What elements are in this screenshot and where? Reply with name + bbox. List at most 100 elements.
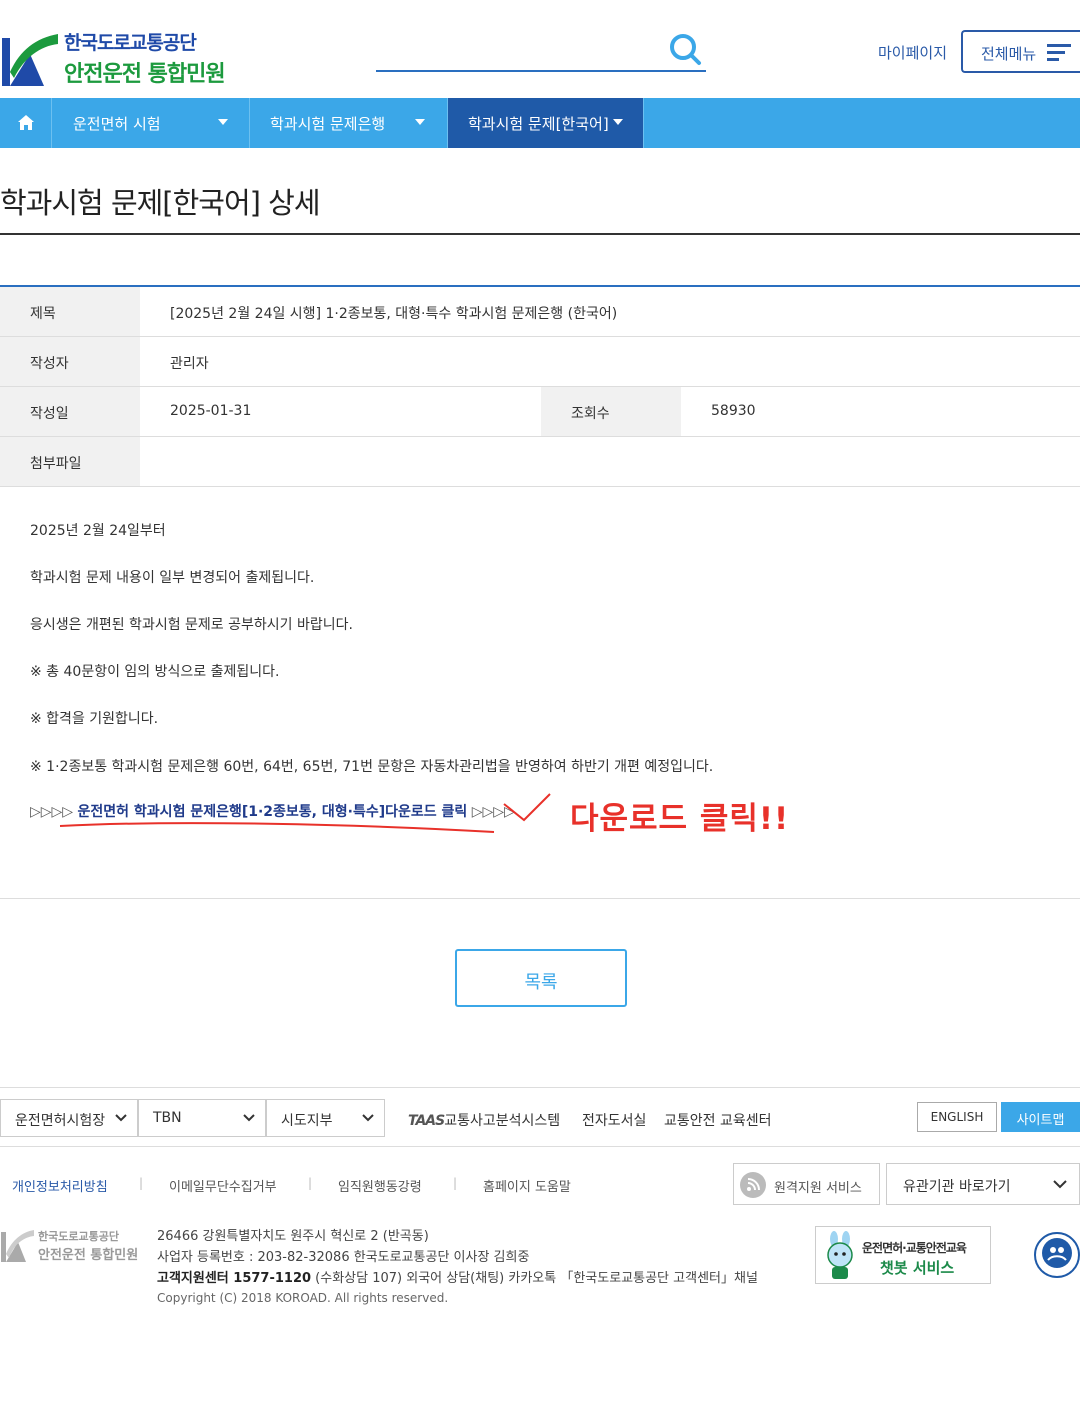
subject-text: [2025년 2월 24일 시행] 1·2종보통, 대형·특수 학과시험 문제은… bbox=[170, 306, 618, 322]
separator: | bbox=[308, 1176, 313, 1190]
link-education-center[interactable]: 교통안전 교육센터 bbox=[664, 1110, 772, 1130]
nav-item-label: 학과시험 문제은행 bbox=[270, 115, 386, 133]
table-row-attachment: 첨부파일 bbox=[0, 437, 1080, 487]
nav-item-question-bank[interactable]: 학과시험 문제은행 bbox=[250, 98, 448, 148]
page-title: 학과시험 문제[한국어] 상세 bbox=[0, 186, 321, 220]
sitemap-button[interactable]: 사이트맵 bbox=[1001, 1102, 1080, 1132]
privacy-policy-link[interactable]: 개인정보처리방침 bbox=[12, 1176, 108, 1195]
attachment-header: 첨부파일 bbox=[0, 437, 140, 486]
search-input[interactable] bbox=[376, 70, 706, 72]
select-label: 운전면허시험장 bbox=[15, 1113, 106, 1129]
content-line: 응시생은 개편된 학과시험 문제로 공부하시기 바랍니다. bbox=[30, 617, 353, 633]
caret-down-icon bbox=[218, 119, 228, 125]
mypage-link[interactable]: 마이페이지 bbox=[878, 42, 947, 63]
views-value: 58930 bbox=[681, 387, 1080, 436]
select-test-center[interactable]: 운전면허시험장 bbox=[0, 1099, 138, 1137]
site-header: 한국도로교통공단 안전운전 통합민원 마이페이지 전체메뉴 bbox=[0, 0, 1080, 98]
search-icon[interactable] bbox=[668, 32, 702, 66]
link-e-library[interactable]: 전자도서실 bbox=[582, 1110, 646, 1130]
footer-logo: 한국도로교통공단 안전운전 통합민원 bbox=[0, 1228, 150, 1268]
subject-header: 제목 bbox=[0, 287, 140, 336]
logo-org-name: 한국도로교통공단 bbox=[64, 32, 197, 54]
customer-center-detail: (수화상담 107) 외국어 상담(채팅) 카카오톡 「한국도로교통공단 고객센… bbox=[311, 1271, 758, 1286]
related-org-label: 유관기관 바로가기 bbox=[903, 1179, 1011, 1195]
chatbot-line2: 챗봇 서비스 bbox=[880, 1259, 955, 1277]
koroad-logo-icon bbox=[2, 34, 58, 86]
select-branch[interactable]: 시도지부 bbox=[266, 1099, 385, 1137]
attachment-label: 첨부파일 bbox=[30, 456, 82, 472]
footer-logo-service: 안전운전 통합민원 bbox=[38, 1248, 139, 1263]
select-label: 시도지부 bbox=[281, 1113, 333, 1129]
link-taas-label: 교통사고분석시스템 bbox=[444, 1113, 561, 1129]
email-refusal-link[interactable]: 이메일무단수집거부 bbox=[169, 1176, 277, 1195]
select-tbn[interactable]: TBN bbox=[138, 1099, 266, 1137]
subject-label: 제목 bbox=[30, 306, 56, 322]
nav-home-button[interactable] bbox=[0, 98, 52, 148]
author-text: 관리자 bbox=[170, 356, 209, 372]
views-text: 58930 bbox=[711, 403, 756, 419]
post-info-table: 제목 [2025년 2월 24일 시행] 1·2종보통, 대형·특수 학과시험 … bbox=[0, 285, 1080, 487]
download-annotation: 다운로드 클릭!! bbox=[570, 801, 790, 837]
subject-value: [2025년 2월 24일 시행] 1·2종보통, 대형·특수 학과시험 문제은… bbox=[140, 287, 1080, 336]
chevron-down-icon bbox=[1053, 1180, 1067, 1189]
english-button[interactable]: ENGLISH bbox=[917, 1102, 997, 1132]
nav-item-korean-questions[interactable]: 학과시험 문제[한국어] bbox=[448, 98, 644, 148]
all-menu-button[interactable]: 전체메뉴 bbox=[961, 30, 1080, 73]
footer-logo-org: 한국도로교통공단 bbox=[38, 1230, 119, 1243]
date-text: 2025-01-31 bbox=[170, 403, 252, 419]
logo-service-name: 안전운전 통합민원 bbox=[64, 62, 226, 87]
table-row-subject: 제목 [2025년 2월 24일 시행] 1·2종보통, 대형·특수 학과시험 … bbox=[0, 287, 1080, 337]
caret-down-icon bbox=[613, 119, 623, 125]
chevron-down-icon bbox=[362, 1114, 374, 1122]
chatbot-service-banner[interactable]: 운전면허·교통안전교육 챗봇 서비스 bbox=[815, 1226, 991, 1284]
handwritten-underline-check-icon bbox=[59, 793, 551, 833]
caret-down-icon bbox=[415, 119, 425, 125]
author-header: 작성자 bbox=[0, 337, 140, 386]
separator: | bbox=[453, 1176, 458, 1190]
separator: | bbox=[139, 1176, 144, 1190]
attachment-value bbox=[140, 437, 1080, 486]
remote-support-button[interactable]: 원격지원 서비스 bbox=[733, 1163, 880, 1205]
hamburger-icon bbox=[1047, 44, 1071, 61]
rss-icon bbox=[740, 1172, 766, 1198]
home-icon bbox=[18, 115, 34, 130]
date-value: 2025-01-31 bbox=[140, 387, 540, 436]
customer-center-number: 고객지원센터 1577-1120 bbox=[157, 1271, 312, 1286]
footer-customer-center: 고객지원센터 1577-1120 (수화상담 107) 외국어 상담(채팅) 카… bbox=[157, 1267, 758, 1286]
chevron-down-icon bbox=[115, 1114, 127, 1122]
author-value: 관리자 bbox=[140, 337, 1080, 386]
list-button-label: 목록 bbox=[524, 972, 558, 993]
date-label: 작성일 bbox=[30, 406, 69, 422]
link-taas[interactable]: TAAS교통사고분석시스템 bbox=[408, 1110, 560, 1130]
chatbot-line1: 운전면허·교통안전교육 bbox=[862, 1241, 967, 1255]
nav-item-license-test[interactable]: 운전면허 시험 bbox=[53, 98, 250, 148]
select-label: TBN bbox=[153, 1110, 182, 1126]
date-header: 작성일 bbox=[0, 387, 140, 436]
content-line: ※ 합격을 기원합니다. bbox=[30, 711, 159, 727]
chevron-down-icon bbox=[243, 1114, 255, 1122]
content-line: 2025년 2월 24일부터 bbox=[30, 523, 166, 539]
content-line: ※ 총 40문항이 임의 방식으로 출제됩니다. bbox=[30, 664, 280, 680]
code-of-conduct-link[interactable]: 임직원행동강령 bbox=[338, 1176, 422, 1195]
views-label: 조회수 bbox=[571, 406, 610, 422]
sitemap-label: 사이트맵 bbox=[1016, 1113, 1065, 1128]
table-row-date: 작성일 2025-01-31 조회수 58930 bbox=[0, 387, 1080, 437]
site-logo[interactable]: 한국도로교통공단 안전운전 통합민원 bbox=[0, 28, 240, 88]
related-org-select[interactable]: 유관기관 바로가기 bbox=[886, 1163, 1080, 1205]
help-link[interactable]: 홈페이지 도움말 bbox=[483, 1176, 571, 1195]
footer-address: 26466 강원특별자치도 원주시 혁신로 2 (반곡동) bbox=[157, 1229, 429, 1244]
title-divider bbox=[0, 233, 1080, 235]
list-button[interactable]: 목록 bbox=[455, 949, 627, 1007]
table-row-author: 작성자 관리자 bbox=[0, 337, 1080, 387]
nav-item-label: 운전면허 시험 bbox=[73, 115, 161, 133]
taas-logo: TAAS bbox=[408, 1113, 445, 1129]
english-label: ENGLISH bbox=[930, 1110, 984, 1124]
nav-item-label: 학과시험 문제[한국어] bbox=[468, 115, 609, 133]
koroad-logo-icon bbox=[1, 1230, 34, 1262]
author-label: 작성자 bbox=[30, 356, 69, 372]
footer-business-number: 사업자 등록번호 : 203-82-32086 한국도로교통공단 이사장 김희중 bbox=[157, 1250, 530, 1265]
content-line: 학과시험 문제 내용이 일부 변경되어 출제됩니다. bbox=[30, 570, 315, 586]
main-nav: 운전면허 시험 학과시험 문제은행 학과시험 문제[한국어] bbox=[0, 98, 1080, 148]
chatbot-mascot-icon bbox=[827, 1231, 853, 1279]
copyright: Copyright (C) 2018 KOROAD. All rights re… bbox=[157, 1291, 449, 1305]
